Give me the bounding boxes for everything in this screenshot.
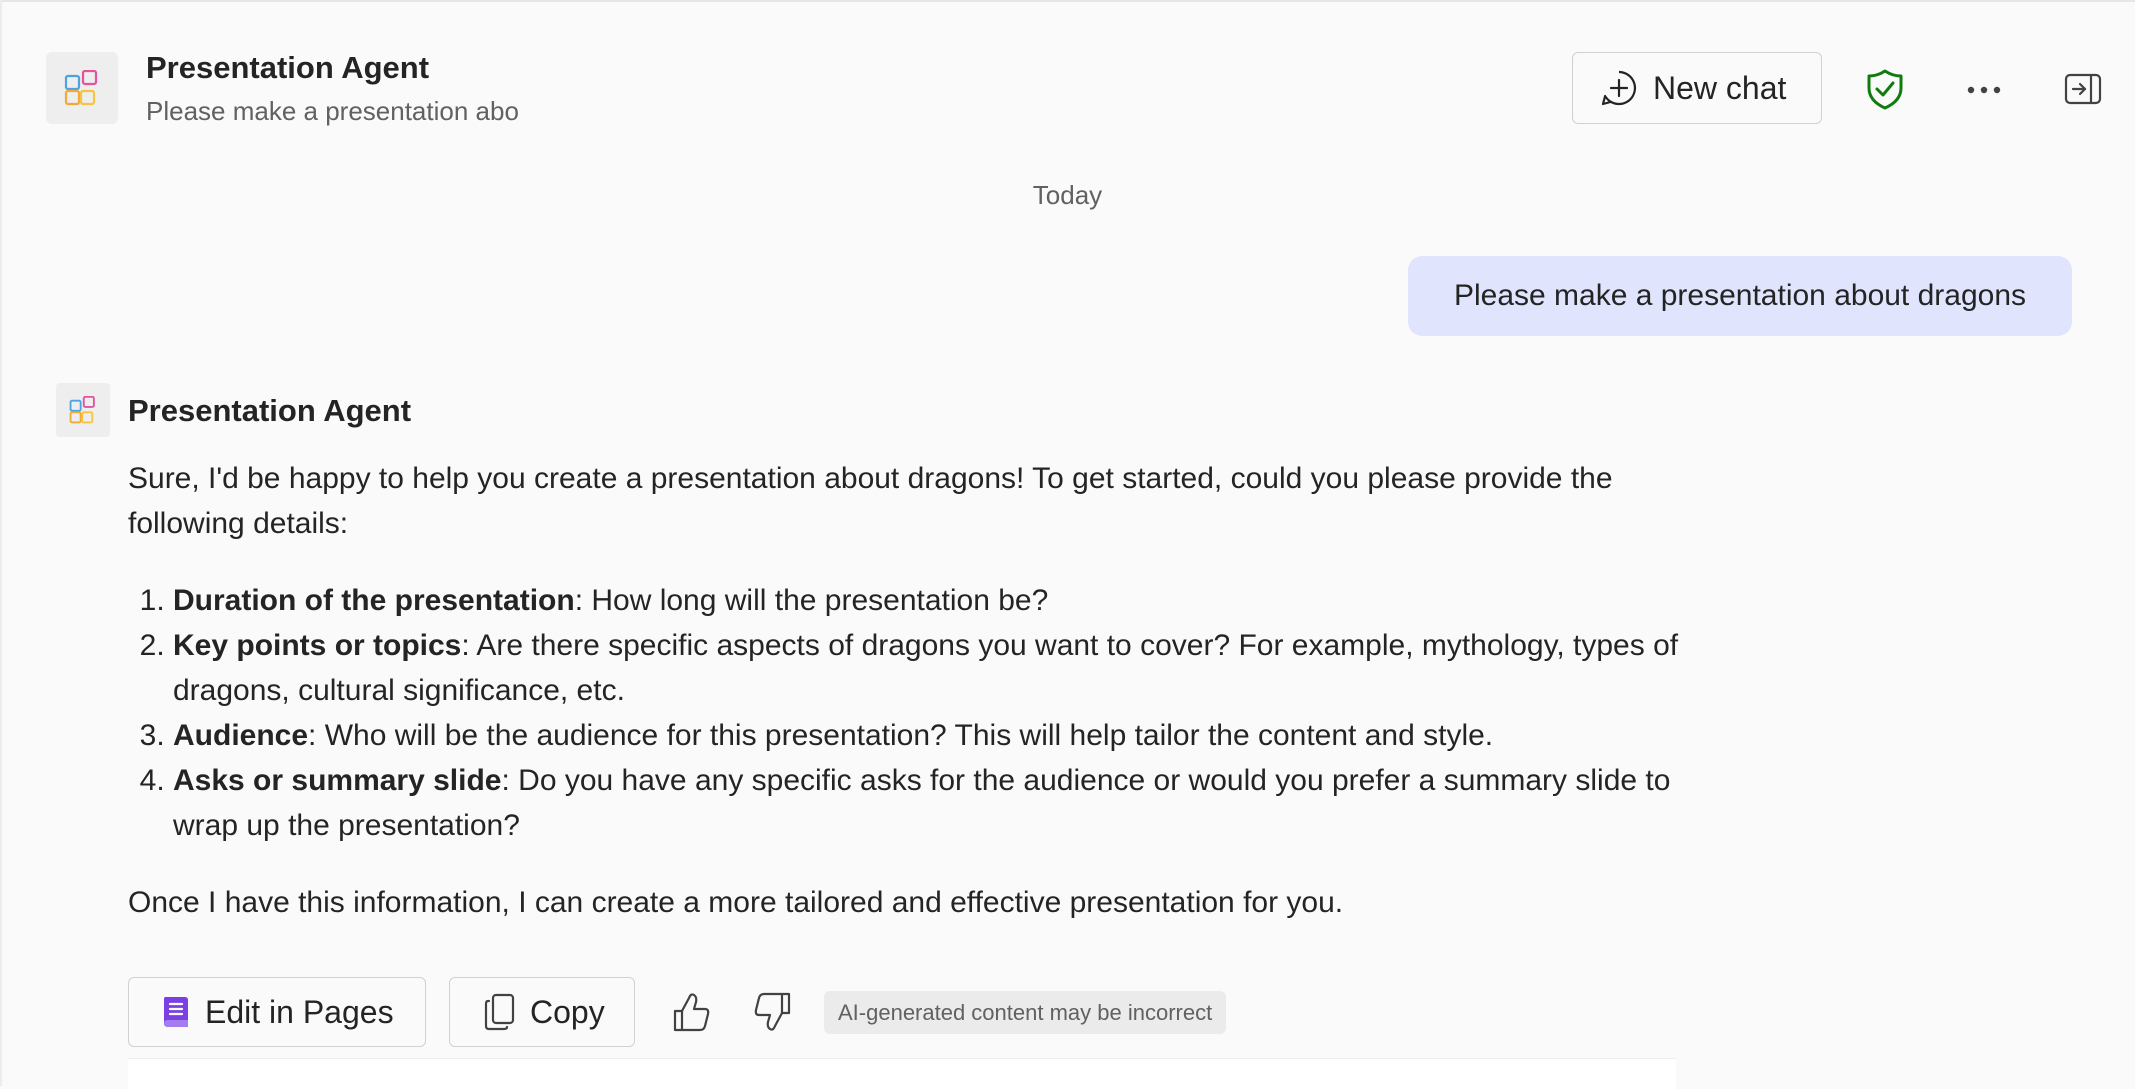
message-intro: Sure, I'd be happy to help you create a … <box>128 462 1613 540</box>
list-item-title: Asks or summary slide <box>173 764 502 797</box>
message-outro: Once I have this information, I can crea… <box>128 886 1344 919</box>
new-chat-label: New chat <box>1653 69 1787 106</box>
agent-message-body: Sure, I'd be happy to help you create a … <box>128 456 1688 925</box>
edit-in-pages-button[interactable]: Edit in Pages <box>128 977 426 1047</box>
edit-in-pages-label: Edit in Pages <box>205 993 394 1030</box>
date-separator: Today <box>1032 180 1103 210</box>
left-border <box>0 0 2 1086</box>
shield-button[interactable] <box>1862 66 1908 112</box>
plus-circle-icon <box>1601 70 1637 106</box>
panel-open-icon <box>2064 73 2102 105</box>
top-border <box>0 0 2135 2</box>
agent-logo <box>46 52 118 124</box>
list-item-title: Key points or topics <box>173 629 462 662</box>
list-item: Duration of the presentation: How long w… <box>173 578 1688 623</box>
agent-logo-icon <box>69 396 95 424</box>
user-message-bubble: Please make a presentation about dragons <box>1408 256 2072 336</box>
like-button[interactable] <box>666 986 718 1038</box>
copy-icon <box>484 993 515 1031</box>
user-message-text: Please make a presentation about dragons <box>1453 279 2027 312</box>
agent-title: Presentation Agent <box>146 50 430 85</box>
copy-label: Copy <box>530 993 605 1030</box>
new-chat-button[interactable]: New chat <box>1572 52 1822 124</box>
agent-logo-icon <box>64 70 98 106</box>
shield-check-icon <box>1867 69 1903 110</box>
pages-icon <box>164 997 188 1027</box>
list-item-title: Audience <box>173 719 309 752</box>
list-item: Key points or topics: Are there specific… <box>173 623 1688 713</box>
content-card-preview <box>128 1058 1676 1089</box>
list-item: Audience: Who will be the audience for t… <box>173 713 1688 758</box>
details-list: Duration of the presentation: How long w… <box>128 578 1688 848</box>
dislike-button[interactable] <box>746 986 798 1038</box>
thumbs-down-icon <box>754 992 791 1031</box>
list-item-text: : Who will be the audience for this pres… <box>308 719 1494 752</box>
ai-disclaimer-badge: AI-generated content may be incorrect <box>824 991 1227 1034</box>
list-item: Asks or summary slide: Do you have any s… <box>173 758 1688 848</box>
agent-name: Presentation Agent <box>128 393 412 428</box>
more-options-button[interactable] <box>1964 70 2004 110</box>
thumbs-up-icon <box>673 993 710 1032</box>
agent-avatar <box>56 383 110 437</box>
list-item-text: : How long will the presentation be? <box>574 584 1049 617</box>
more-icon <box>1967 86 2001 94</box>
open-panel-button[interactable] <box>2062 68 2104 110</box>
chat-subtitle: Please make a presentation abo <box>146 96 519 126</box>
list-item-title: Duration of the presentation <box>173 584 575 617</box>
copy-button[interactable]: Copy <box>449 977 635 1047</box>
